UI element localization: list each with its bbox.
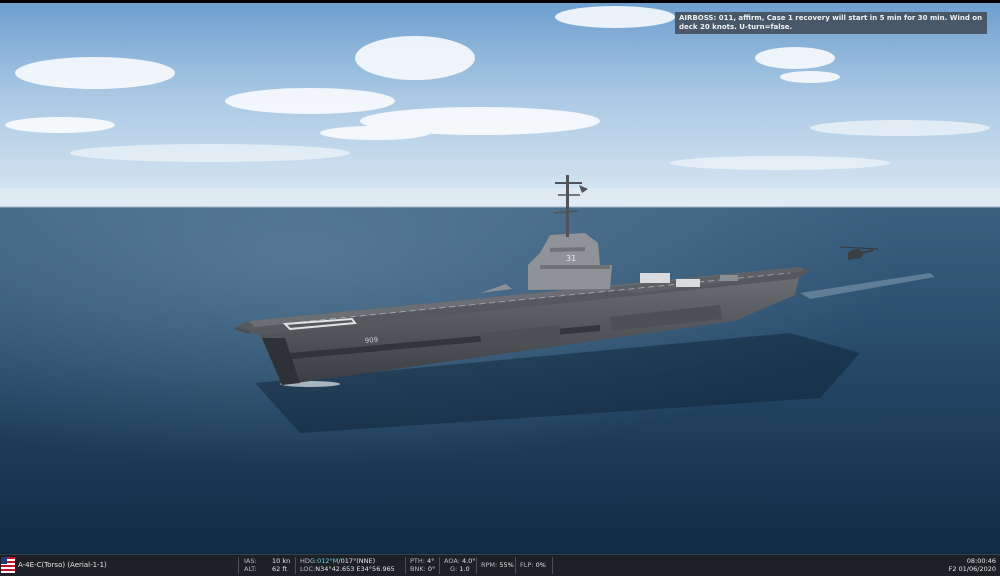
g-value: 1.0	[459, 565, 470, 573]
rpm-label: RPM:	[481, 561, 498, 569]
bnk-label: BNK:	[410, 565, 426, 573]
pth-value: 4°	[427, 557, 435, 565]
flp-label: FLP:	[520, 561, 534, 569]
pth-label: PTH:	[410, 557, 425, 565]
hdg-true-value: /017°(NNE)	[338, 557, 376, 565]
flp-readout: FLP: 0%	[520, 561, 546, 569]
flp-value: 0%	[535, 561, 546, 569]
alt-value: 62 ft	[272, 565, 288, 573]
bnk-value: 0°	[427, 565, 436, 573]
status-bar: A-4E-C(Torso) (Aerial-1-1) IAS: 10 kn AL…	[0, 554, 1000, 576]
pth-readout: PTH: 4°	[410, 557, 434, 565]
us-flag-icon	[1, 557, 15, 573]
g-readout: G: 1.0	[450, 565, 470, 573]
ias-readout: IAS:	[244, 557, 257, 565]
parked-aircraft-2	[676, 279, 700, 287]
parked-aircraft	[640, 273, 670, 283]
hull-number: 31	[566, 254, 576, 263]
date-value: F2 01/06/2020	[948, 565, 996, 573]
hdg-label: HDG:	[300, 557, 318, 565]
loc-value: N34°42.653 E34°56.965	[315, 565, 395, 573]
rpm-value: 55%	[499, 561, 514, 569]
loc-readout: LOC:N34°42.653 E34°56.965	[300, 565, 395, 573]
hdg-mag-value: 012°M	[317, 557, 339, 565]
mission-time: 08:00:46 F2 01/06/2020	[949, 557, 996, 573]
g-label: G:	[450, 565, 458, 573]
airboss-chat-message: AIRBOSS: 011, affirm, Case 1 recovery wi…	[675, 12, 987, 34]
aoa-value: 4.0°	[461, 557, 476, 565]
ias-value: 10 kn	[272, 557, 291, 565]
hdg-readout: HDG:012°M/017°(NNE)	[300, 557, 375, 565]
ias-label: IAS:	[244, 557, 257, 565]
aoa-label: AOA:	[444, 557, 460, 565]
aoa-readout: AOA: 4.0°	[444, 557, 476, 565]
rpm-readout: RPM: 55%	[481, 561, 514, 569]
loc-label: LOC:	[300, 565, 316, 573]
alt-label: ALT:	[244, 565, 257, 573]
game-viewport[interactable]: 909 31	[0, 3, 1000, 554]
svg-text:909: 909	[364, 336, 378, 345]
bnk-readout: BNK: 0°	[410, 565, 435, 573]
alt-readout: ALT:	[244, 565, 257, 573]
time-value: 08:00:46	[966, 557, 996, 565]
unit-name: A-4E-C(Torso) (Aerial-1-1)	[18, 561, 107, 569]
carrier-scene: 909 31	[0, 3, 1000, 554]
